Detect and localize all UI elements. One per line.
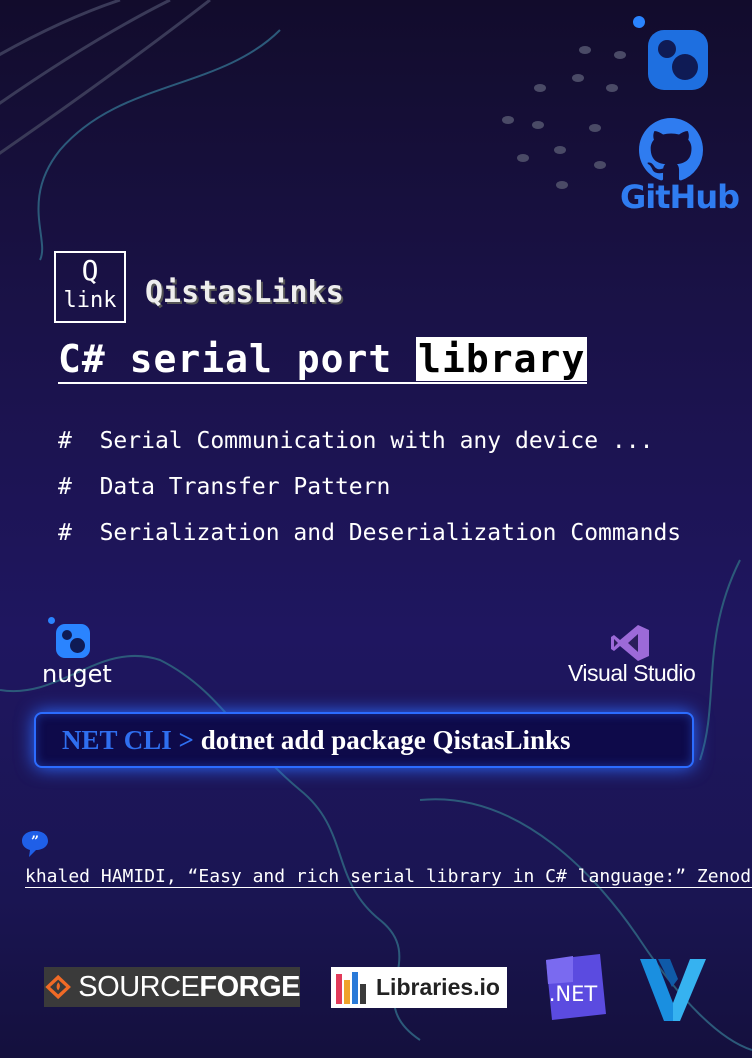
visual-studio-icon[interactable] (610, 624, 650, 662)
headline-highlight: library (416, 337, 588, 381)
headline-prefix: C# serial port (58, 337, 417, 381)
logo-letter: Q (81, 254, 99, 287)
logo-word: link (63, 288, 117, 313)
nuget-label: nuget (42, 660, 112, 688)
sourceforge-icon (45, 974, 71, 1000)
cli-command-box[interactable]: NET CLI > dotnet add package QistasLinks (34, 712, 694, 768)
cli-arrow: > (171, 725, 201, 755)
visual-studio-label: Visual Studio (568, 660, 696, 686)
libraries-io-logo[interactable]: Libraries.io (331, 967, 507, 1008)
nuget-icon (648, 30, 708, 90)
nuget-dot-decoration (48, 617, 55, 624)
feature-text: Serial Communication with any device ... (99, 428, 654, 454)
github-icon[interactable] (639, 118, 703, 182)
qistaslinks-logo: Q link (54, 251, 126, 323)
feature-item: # Serial Communication with any device .… (58, 428, 653, 454)
feature-text: Data Transfer Pattern (99, 474, 391, 500)
cli-command: dotnet add package QistasLinks (200, 725, 571, 755)
brand-name: QistasLinks (145, 275, 344, 310)
github-label: GitHub (620, 178, 740, 216)
dotnet-label: .NET (548, 982, 598, 1006)
libraries-io-icon (336, 971, 366, 1004)
sourceforge-logo[interactable]: SOURCEFORGE (44, 967, 300, 1007)
quote-icon: ” (22, 831, 48, 857)
sourceforge-label: SOURCEFORGE (78, 970, 300, 1003)
feature-bullet: # (58, 520, 72, 546)
vfx-logo-icon[interactable] (638, 957, 708, 1023)
svg-text:”: ” (31, 834, 39, 850)
headline: C# serial port library (58, 336, 588, 384)
feature-text: Serialization and Deserialization Comman… (99, 520, 682, 546)
nuget-dot-decoration (633, 16, 645, 28)
citation-text: khaled HAMIDI, “Easy and rich serial lib… (25, 866, 752, 888)
nuget-icon[interactable] (56, 624, 90, 658)
feature-item: # Data Transfer Pattern (58, 474, 390, 500)
feature-bullet: # (58, 428, 72, 454)
feature-bullet: # (58, 474, 72, 500)
feature-item: # Serialization and Deserialization Comm… (58, 520, 681, 546)
libraries-io-label: Libraries.io (376, 974, 500, 1000)
cli-prefix: NET CLI (62, 725, 172, 755)
